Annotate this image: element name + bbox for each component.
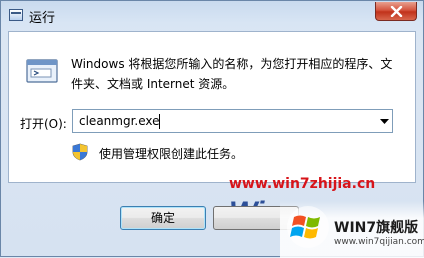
- admin-rights-note: 使用管理权限创建此任务。: [99, 147, 244, 161]
- brand-badge: WIN7旗舰版 www.win7qijian.com: [280, 201, 424, 258]
- text-caret: [159, 114, 160, 129]
- brand-url: www.win7qijian.com: [334, 237, 424, 247]
- window-title: 运行: [29, 11, 56, 26]
- command-input[interactable]: cleanmgr.exe: [79, 114, 160, 128]
- run-app-icon: [9, 9, 23, 21]
- run-dialog: 运行 Windows 将根据您所输入的名称，为您打开相应的程序、文件夹、文档或 …: [0, 0, 424, 258]
- open-label: 打开(O):: [20, 117, 67, 131]
- uac-shield-icon: [72, 143, 88, 161]
- watermark-url: www.win7zhijia.cn: [229, 176, 376, 192]
- ok-button[interactable]: 确定: [120, 206, 206, 230]
- windows-flag-logo: [287, 206, 329, 248]
- dialog-content: Windows 将根据您所输入的名称，为您打开相应的程序、文件夹、文档或 Int…: [8, 31, 416, 183]
- command-combobox[interactable]: cleanmgr.exe: [72, 109, 393, 133]
- dropdown-arrow-icon[interactable]: [380, 119, 389, 124]
- run-program-icon: [26, 59, 58, 83]
- title-bar[interactable]: 运行: [1, 1, 423, 31]
- brand-name: WIN7旗舰版: [334, 220, 419, 236]
- dialog-description: Windows 将根据您所输入的名称，为您打开相应的程序、文件夹、文档或 Int…: [71, 57, 393, 91]
- close-icon: [390, 6, 403, 17]
- close-button[interactable]: [375, 2, 417, 21]
